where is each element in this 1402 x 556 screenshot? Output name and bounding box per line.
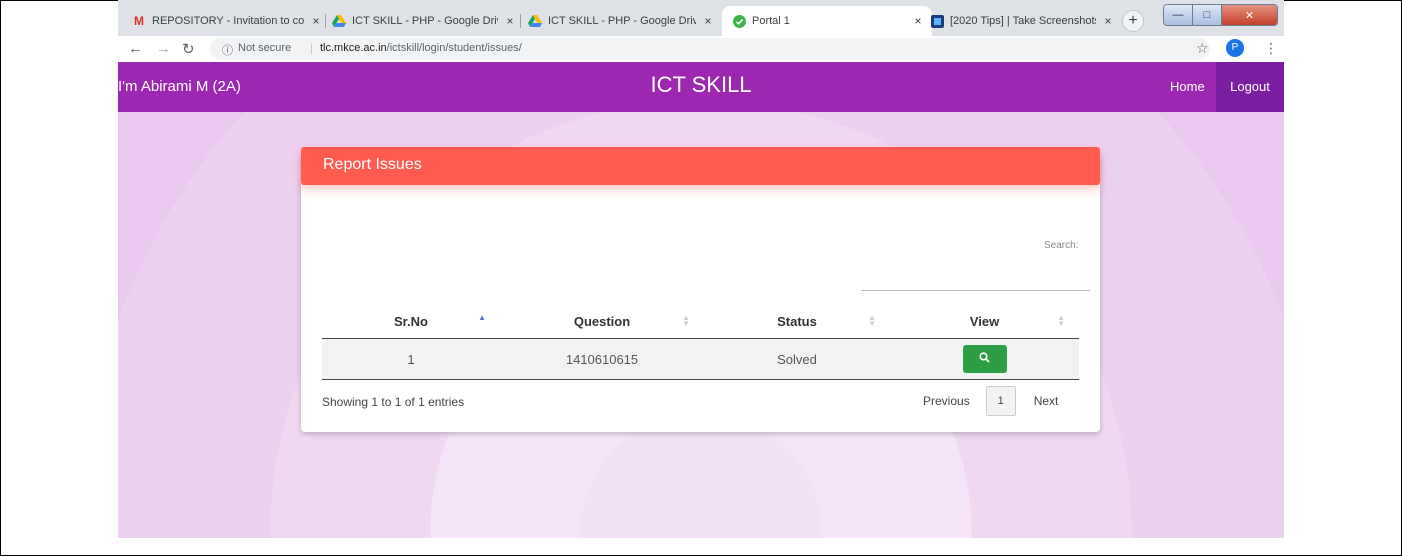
- tab-separator: [520, 14, 521, 28]
- tab-strip: M REPOSITORY - Invitation to colla × ICT…: [118, 0, 1284, 36]
- tab-title: ICT SKILL - PHP - Google Drive: [352, 15, 498, 27]
- page-button-1[interactable]: 1: [985, 386, 1016, 416]
- cell-view: [890, 338, 1079, 380]
- url-text: tlc.mkce.ac.in/ictskill/login/student/is…: [320, 42, 522, 54]
- reload-icon[interactable]: ↻: [182, 40, 195, 58]
- search-label: Search:: [1044, 240, 1079, 251]
- cell-question: 1410610615: [500, 338, 704, 380]
- drive-icon: [528, 14, 542, 28]
- column-header-question[interactable]: Question ▲ ▼: [500, 304, 704, 339]
- pagination: Previous 1 Next: [923, 386, 1058, 416]
- sort-icon: ▲ ▼: [682, 313, 690, 328]
- menu-dots-icon[interactable]: ⋮: [1264, 40, 1278, 57]
- cell-sr-no: 1: [322, 338, 500, 380]
- gmail-icon: M: [134, 14, 144, 28]
- forward-icon[interactable]: →: [156, 40, 171, 57]
- close-window-button[interactable]: ✕: [1222, 5, 1277, 25]
- close-icon[interactable]: ×: [504, 14, 516, 28]
- tab-separator: [325, 14, 326, 28]
- tab-title: ICT SKILL - PHP - Google Drive: [548, 15, 696, 27]
- window-controls: — □ ✕: [1163, 4, 1278, 26]
- check-circle-icon: [732, 14, 746, 28]
- card-title: Report Issues: [323, 156, 422, 173]
- security-indicator: Not secure: [238, 42, 292, 54]
- sort-icon: ▲ ▼: [1057, 313, 1065, 328]
- sort-ascending-icon: ▲: [478, 313, 486, 322]
- tab-portal[interactable]: Portal 1 ×: [722, 6, 932, 36]
- column-header-sr-no[interactable]: Sr.No ▲: [322, 304, 500, 339]
- entries-info: Showing 1 to 1 of 1 entries: [322, 395, 465, 409]
- tab-title: REPOSITORY - Invitation to colla: [152, 15, 304, 27]
- maximize-button[interactable]: □: [1193, 5, 1222, 25]
- browser-window: M REPOSITORY - Invitation to colla × ICT…: [118, 0, 1284, 538]
- profile-avatar[interactable]: P: [1226, 39, 1244, 57]
- column-label: Sr.No: [394, 313, 428, 329]
- divider: |: [310, 41, 314, 55]
- sort-icon: ▲ ▼: [868, 313, 876, 328]
- user-label: I'm Abirami M (2A): [118, 78, 241, 95]
- top-navbar: I'm Abirami M (2A) ICT SKILL Home Logout: [118, 62, 1284, 112]
- table-row: 1 1410610615 Solved: [322, 338, 1079, 380]
- next-button[interactable]: Next: [1034, 394, 1059, 408]
- back-icon[interactable]: ←: [128, 40, 143, 57]
- close-icon[interactable]: ×: [702, 14, 714, 28]
- brand-title: ICT SKILL: [650, 72, 752, 97]
- close-icon[interactable]: ×: [912, 14, 924, 28]
- url-path: /ictskill/login/student/issues/: [386, 42, 522, 54]
- url-host: tlc.mkce.ac.in: [320, 42, 387, 54]
- table-header-row: Sr.No ▲ Question ▲ ▼ Status ▲ ▼ View ▲ ▼: [322, 304, 1079, 339]
- tab-drive-2[interactable]: ICT SKILL - PHP - Google Drive ×: [528, 8, 714, 34]
- new-tab-button[interactable]: +: [1122, 10, 1144, 32]
- tab-title: Portal 1: [752, 15, 790, 27]
- logout-link[interactable]: Logout: [1216, 62, 1284, 112]
- page-content: I'm Abirami M (2A) ICT SKILL Home Logout…: [118, 62, 1284, 538]
- info-icon[interactable]: ⓘ: [222, 42, 233, 58]
- tab-drive-1[interactable]: ICT SKILL - PHP - Google Drive ×: [332, 8, 516, 34]
- issues-table: Sr.No ▲ Question ▲ ▼ Status ▲ ▼ View ▲ ▼ 1 1410…: [322, 304, 1079, 380]
- column-header-status[interactable]: Status ▲ ▼: [704, 304, 890, 339]
- tab-title: [2020 Tips] | Take Screenshots o: [950, 15, 1096, 27]
- tab-gmail[interactable]: M REPOSITORY - Invitation to colla ×: [132, 8, 322, 34]
- column-label: View: [969, 313, 1000, 329]
- column-label: Question: [573, 313, 631, 329]
- close-icon[interactable]: ×: [1102, 14, 1114, 28]
- address-bar: ← → ↻ ⓘ Not secure | tlc.mkce.ac.in/icts…: [118, 36, 1284, 62]
- card-header: Report Issues: [301, 147, 1100, 185]
- view-button[interactable]: [962, 345, 1007, 373]
- drive-icon: [332, 14, 346, 28]
- search-input[interactable]: [861, 272, 1090, 291]
- bookmark-star-icon[interactable]: ☆: [1196, 40, 1209, 57]
- cell-status: Solved: [704, 338, 890, 380]
- close-icon[interactable]: ×: [310, 14, 322, 28]
- column-header-view[interactable]: View ▲ ▼: [890, 304, 1079, 339]
- url-bar[interactable]: ⓘ Not secure | tlc.mkce.ac.in/ictskill/l…: [210, 38, 1210, 60]
- previous-button[interactable]: Previous: [923, 394, 970, 408]
- report-issues-card: Report Issues Search: Sr.No ▲ Question ▲ ▼ …: [301, 147, 1100, 432]
- home-link[interactable]: Home: [1170, 79, 1205, 94]
- page-icon: [930, 14, 944, 28]
- tab-tips[interactable]: [2020 Tips] | Take Screenshots o ×: [930, 8, 1114, 34]
- minimize-button[interactable]: —: [1164, 5, 1193, 25]
- column-label: Status: [777, 313, 817, 329]
- search-icon: [979, 352, 990, 363]
